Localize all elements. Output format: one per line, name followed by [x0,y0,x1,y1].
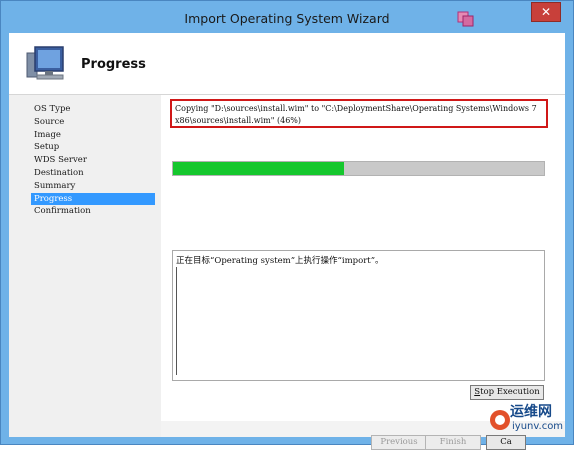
wizard-header: Progress [9,33,565,95]
wizard-window: Import Operating System Wizard ✕ Progres… [0,0,574,450]
progress-bar [172,161,545,176]
previous-button[interactable]: Previous [371,435,427,450]
watermark-brand-en: iyunv.com [512,421,564,432]
nav-item-confirmation[interactable]: Confirmation [31,205,155,218]
app-icon [457,11,474,27]
nav-item-image[interactable]: Image [31,129,155,142]
copy-status-highlight: Copying "D:\sources\install.wim" to "C:\… [170,99,548,128]
nav-item-destination[interactable]: Destination [31,167,155,180]
nav-item-summary[interactable]: Summary [31,180,155,193]
computer-icon [26,46,64,80]
output-log[interactable]: 正在目标“Operating system”上执行操作“import”。 [172,250,545,381]
stop-label-rest: top Execution [480,387,540,397]
nav-item-source[interactable]: Source [31,116,155,129]
stop-execution-button[interactable]: Stop Execution [470,385,544,400]
progress-bar-fill [173,162,344,175]
watermark-brand-cn: 运维网 [510,404,552,420]
wizard-client-area: Progress OS Type Source Image Setup WDS … [9,33,565,450]
title-bar[interactable]: Import Operating System Wizard ✕ [1,1,573,33]
copy-status-text: Copying "D:\sources\install.wim" to "C:\… [175,104,537,125]
window-title: Import Operating System Wizard [184,11,390,26]
wizard-nav: OS Type Source Image Setup WDS Server De… [31,103,155,218]
finish-button[interactable]: Finish [425,435,481,450]
page-title: Progress [81,57,146,72]
nav-item-os-type[interactable]: OS Type [31,103,155,116]
close-button[interactable]: ✕ [531,2,561,22]
log-text: 正在目标“Operating system”上执行操作“import”。 [176,256,384,266]
wizard-content: Copying "D:\sources\install.wim" to "C:\… [161,95,565,450]
nav-item-progress[interactable]: Progress [31,192,155,206]
nav-item-setup[interactable]: Setup [31,141,155,154]
text-caret [176,267,177,375]
nav-item-wds-server[interactable]: WDS Server [31,154,155,167]
